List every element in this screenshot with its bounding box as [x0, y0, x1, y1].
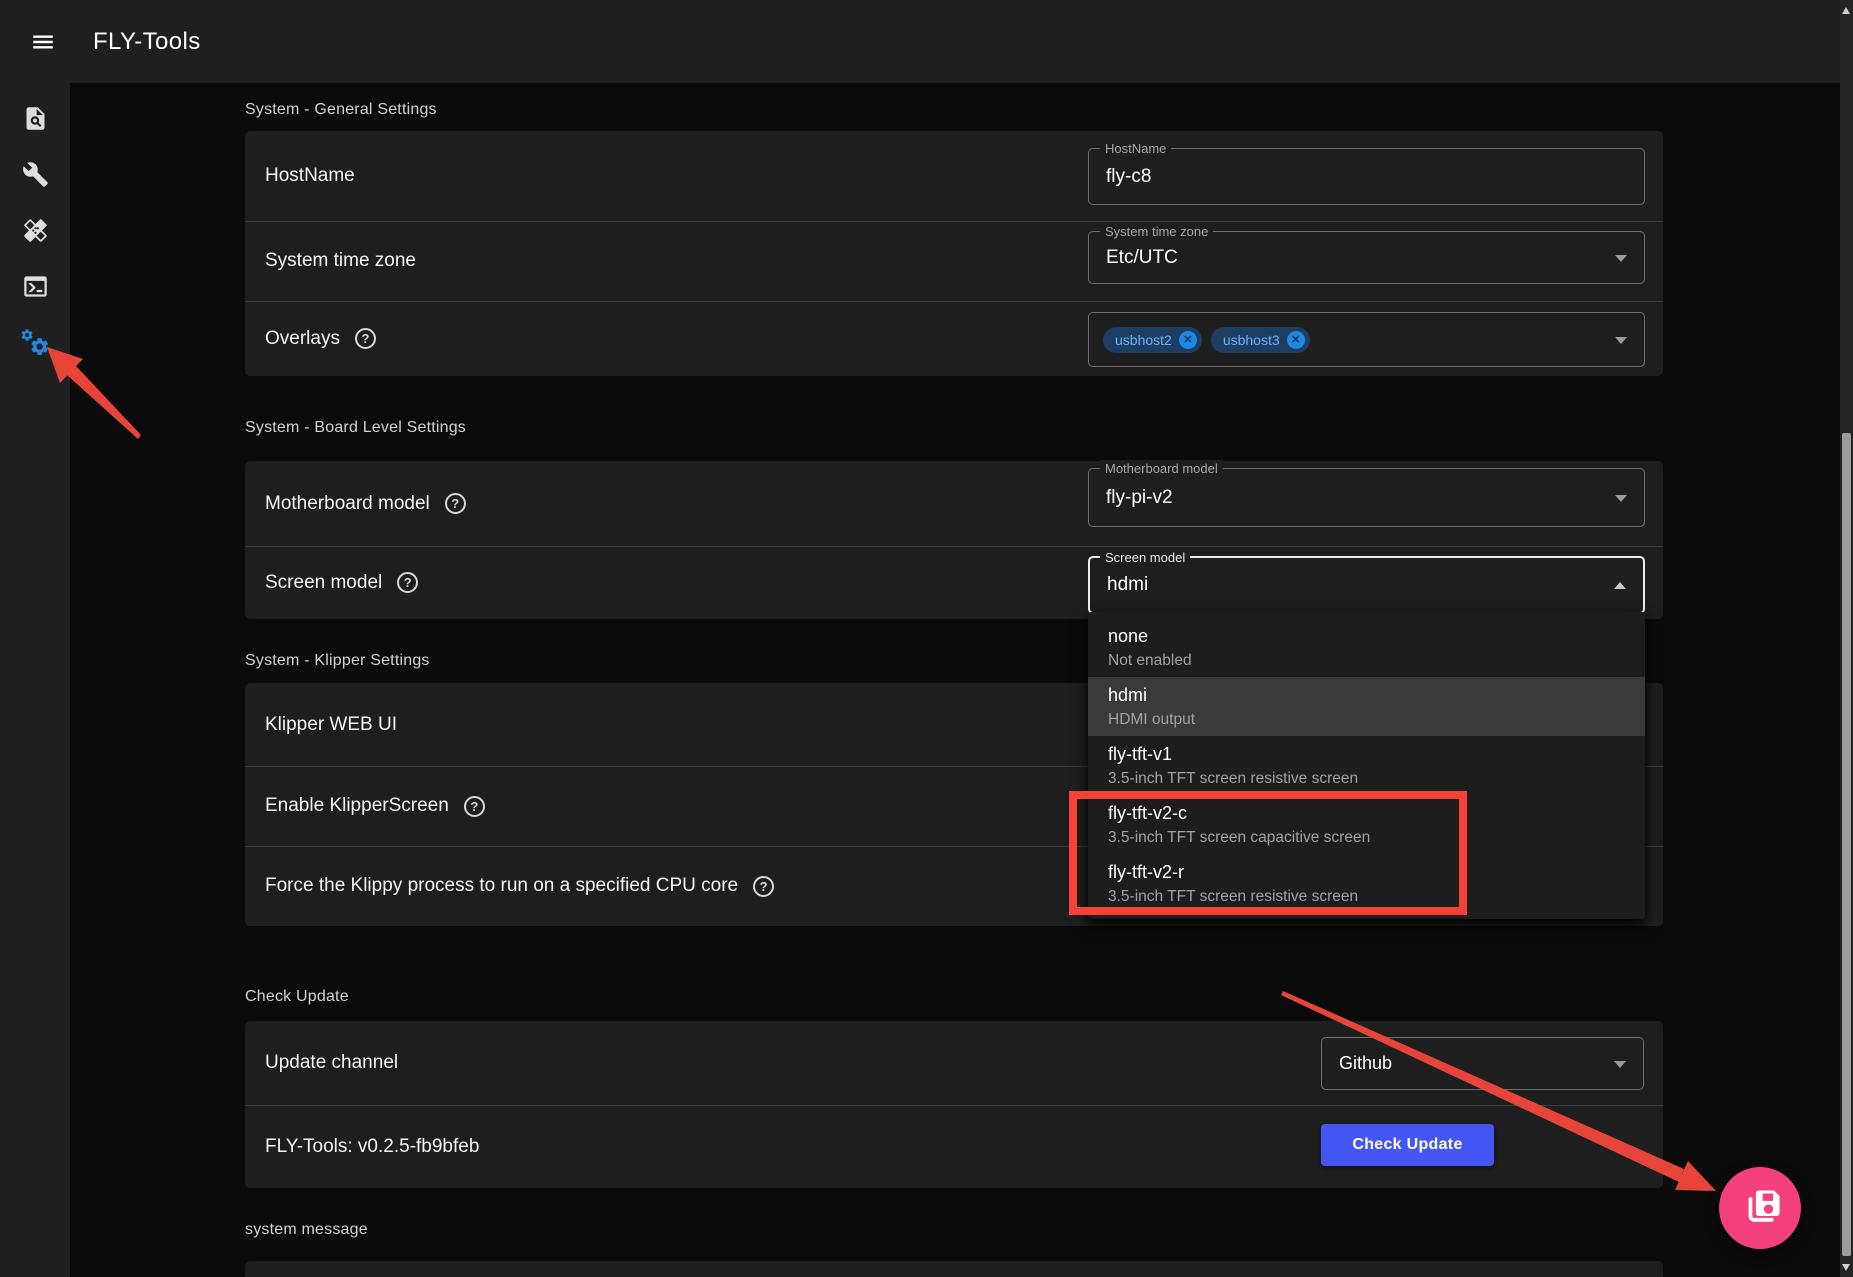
general-settings-card: HostName System time zone Overlays ? Hos… [245, 131, 1663, 376]
sidebar-item-file-search[interactable] [7, 93, 63, 149]
check-update-card: Update channel FLY-Tools: v0.2.5-fb9bfeb… [245, 1021, 1663, 1188]
motherboard-row-label: Motherboard model ? [265, 493, 466, 515]
update-channel-label: Update channel [265, 1052, 398, 1074]
hamburger-menu-icon[interactable] [20, 19, 66, 65]
screen-model-select[interactable]: Screen model hdmi [1088, 556, 1645, 614]
timezone-row-label: System time zone [265, 250, 416, 272]
screen-model-field-value: hdmi [1107, 558, 1148, 612]
menu-item-fly-tft-v1[interactable]: fly-tft-v1 3.5-inch TFT screen resistive… [1088, 736, 1645, 795]
chevron-up-icon [1614, 582, 1626, 589]
chevron-down-icon [1615, 495, 1627, 502]
menu-item-none[interactable]: none Not enabled [1088, 618, 1645, 677]
section-title-check-update: Check Update [245, 988, 349, 1006]
overlay-chip[interactable]: usbhost3 × [1211, 327, 1310, 353]
help-icon[interactable]: ? [397, 572, 418, 593]
help-icon[interactable]: ? [355, 328, 376, 349]
sidebar [0, 83, 70, 1277]
scrollbar-down-arrow-icon[interactable] [1842, 1264, 1850, 1271]
chevron-down-icon [1615, 337, 1627, 344]
check-update-button[interactable]: Check Update [1321, 1124, 1494, 1166]
chevron-down-icon [1615, 255, 1627, 262]
section-title-board: System - Board Level Settings [245, 419, 466, 437]
menu-item-fly-tft-v2-c[interactable]: fly-tft-v2-c 3.5-inch TFT screen capacit… [1088, 795, 1645, 854]
help-icon[interactable]: ? [464, 796, 485, 817]
help-icon[interactable]: ? [753, 876, 774, 897]
section-title-klipper: System - Klipper Settings [245, 652, 430, 670]
menu-item-fly-tft-v2-r[interactable]: fly-tft-v2-r 3.5-inch TFT screen resisti… [1088, 854, 1645, 913]
motherboard-field-value: fly-pi-v2 [1106, 469, 1173, 526]
app-title: FLY-Tools [93, 0, 201, 83]
chip-label: usbhost2 [1115, 332, 1172, 348]
hostname-field-value: fly-c8 [1106, 149, 1151, 204]
update-channel-select[interactable]: Github [1321, 1037, 1644, 1090]
app-bar: FLY-Tools [0, 0, 1853, 83]
section-title-general: System - General Settings [245, 101, 437, 119]
timezone-select[interactable]: System time zone Etc/UTC [1088, 231, 1645, 284]
save-all-icon [1737, 1183, 1783, 1234]
hostname-row-label: HostName [265, 165, 355, 187]
vertical-scrollbar [1840, 0, 1853, 1277]
chip-label: usbhost3 [1223, 332, 1280, 348]
healing-icon [22, 217, 49, 249]
menu-item-hdmi[interactable]: hdmi HDMI output [1088, 677, 1645, 736]
enable-klipperscreen-label: Enable KlipperScreen ? [265, 795, 485, 817]
settings-gears-icon [20, 328, 50, 363]
klipper-web-ui-label: Klipper WEB UI [265, 714, 397, 736]
sidebar-item-system-settings[interactable] [7, 317, 63, 373]
update-channel-value: Github [1339, 1038, 1392, 1089]
screen-model-dropdown-menu: none Not enabled hdmi HDMI output fly-tf… [1088, 612, 1645, 919]
file-search-icon [22, 105, 49, 137]
board-settings-card: Motherboard model ? Screen model ? Mothe… [245, 461, 1663, 619]
overlays-select[interactable]: usbhost2 × usbhost3 × [1088, 312, 1645, 367]
scrollbar-up-arrow-icon[interactable] [1842, 7, 1850, 14]
terminal-icon [22, 273, 49, 305]
system-message-card [245, 1261, 1663, 1277]
timezone-field-value: Etc/UTC [1106, 232, 1178, 283]
overlays-chips: usbhost2 × usbhost3 × [1103, 313, 1310, 366]
sidebar-item-terminal[interactable] [7, 261, 63, 317]
help-icon[interactable]: ? [445, 493, 466, 514]
save-all-fab-button[interactable] [1719, 1167, 1801, 1249]
overlays-row-label: Overlays ? [265, 328, 376, 350]
hostname-input[interactable]: HostName fly-c8 [1088, 148, 1645, 205]
chevron-down-icon [1614, 1061, 1626, 1068]
sidebar-item-tools[interactable] [7, 149, 63, 205]
motherboard-select[interactable]: Motherboard model fly-pi-v2 [1088, 468, 1645, 527]
section-title-system-message: system message [245, 1221, 368, 1239]
overlay-chip[interactable]: usbhost2 × [1103, 327, 1202, 353]
wrench-icon [22, 161, 49, 193]
sidebar-item-healing[interactable] [7, 205, 63, 261]
klippy-cpu-core-label: Force the Klippy process to run on a spe… [265, 875, 774, 897]
chip-close-icon[interactable]: × [1179, 331, 1197, 349]
screen-model-row-label: Screen model ? [265, 572, 418, 594]
chip-close-icon[interactable]: × [1287, 331, 1305, 349]
scrollbar-thumb[interactable] [1842, 433, 1851, 1256]
fly-tools-version-label: FLY-Tools: v0.2.5-fb9bfeb [265, 1136, 479, 1158]
